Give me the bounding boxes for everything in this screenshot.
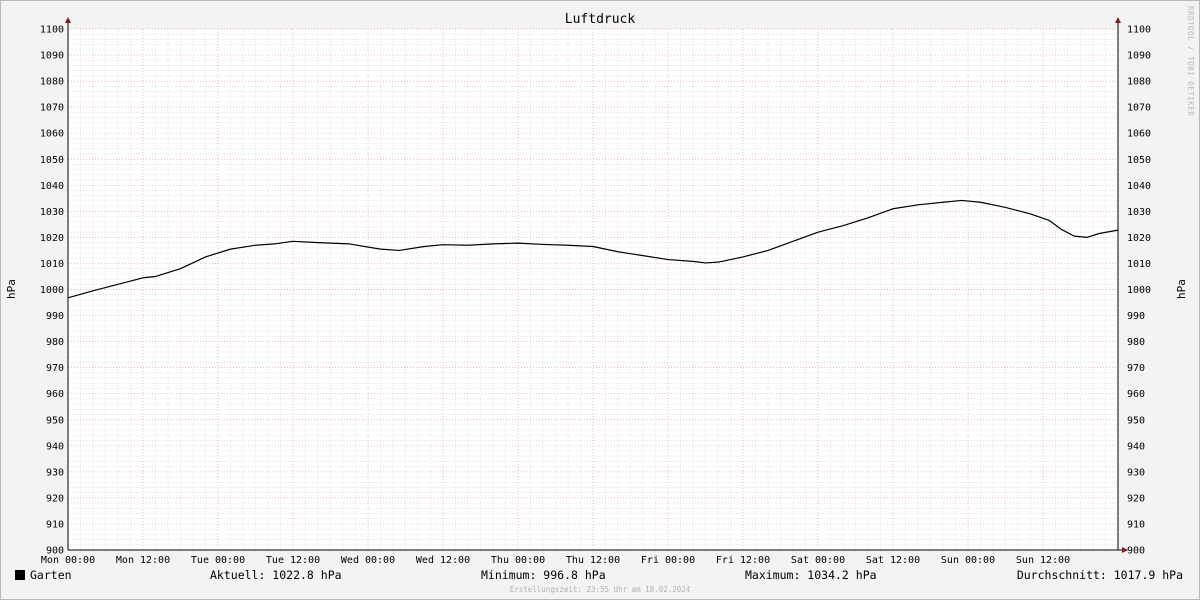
y-tick-label-right: 1050 — [1127, 155, 1151, 166]
y-tick-label-right: 1030 — [1127, 207, 1151, 218]
x-tick-label: Thu 00:00 — [491, 555, 545, 566]
y-tick-label-right: 1100 — [1127, 25, 1151, 36]
x-tick-label: Tue 12:00 — [266, 555, 320, 566]
x-tick-label: Sun 12:00 — [1016, 555, 1070, 566]
y-tick-label-left: 990 — [46, 311, 64, 322]
y-tick-label-right: 980 — [1127, 337, 1145, 348]
legend-series-name: Garten — [30, 568, 72, 582]
y-ticks-left: 9009109209309409509609709809901000101010… — [40, 25, 64, 557]
y-tick-label-right: 940 — [1127, 441, 1145, 452]
x-tick-label: Tue 00:00 — [191, 555, 245, 566]
y-tick-label-right: 1040 — [1127, 181, 1151, 192]
legend-swatch — [15, 570, 25, 580]
y-tick-label-left: 1000 — [40, 285, 64, 296]
y-tick-label-right: 1080 — [1127, 77, 1151, 88]
y-tick-label-right: 1020 — [1127, 233, 1151, 244]
x-tick-label: Wed 00:00 — [341, 555, 395, 566]
x-tick-label: Fri 00:00 — [641, 555, 695, 566]
x-ticks: Mon 00:00 Mon 12:00 Tue 00:00 Tue 12:00 Wed … — [41, 555, 1070, 566]
y-tick-label-left: 1010 — [40, 259, 64, 270]
x-tick-label: Sat 12:00 — [866, 555, 920, 566]
y-tick-label-left: 960 — [46, 389, 64, 400]
y-tick-label-right: 910 — [1127, 519, 1145, 530]
y-tick-label-right: 920 — [1127, 493, 1145, 504]
y-tick-label-left: 930 — [46, 467, 64, 478]
y-tick-label-left: 950 — [46, 415, 64, 426]
y-tick-label-left: 910 — [46, 519, 64, 530]
y-tick-label-left: 1020 — [40, 233, 64, 244]
y-tick-label-left: 1060 — [40, 129, 64, 140]
y-axis-arrow-left — [65, 17, 71, 23]
chart-title: Luftdruck — [565, 12, 636, 27]
y-tick-label-left: 1040 — [40, 181, 64, 192]
y-tick-label-left: 1070 — [40, 103, 64, 114]
y-ticks-right: 900 910 920 930 940 950 960 970 980 990 1000 1010 10… — [1127, 25, 1151, 557]
x-tick-label: Sun 00:00 — [941, 555, 995, 566]
pressure-chart: 900 910 920 930 940 950 960 970 980 990 1000 1010 10… — [5, 6, 1195, 594]
x-tick-label: Mon 00:00 — [41, 555, 95, 566]
stat-current: Aktuell: 1022.8 hPa — [210, 568, 342, 582]
y-tick-label-left: 1080 — [40, 77, 64, 88]
x-tick-label: Thu 12:00 — [566, 555, 620, 566]
y-tick-label-right: 1090 — [1127, 51, 1151, 62]
watermark: RRDTOOL / TOBI OETIKER — [1186, 6, 1195, 116]
chart-window: 900 910 920 930 940 950 960 970 980 990 1000 1010 10… — [0, 0, 1200, 600]
y-axis-label-right: hPa — [1175, 279, 1188, 299]
y-tick-label-right: 1010 — [1127, 259, 1151, 270]
x-tick-label: Wed 12:00 — [416, 555, 470, 566]
y-tick-label-right: 950 — [1127, 415, 1145, 426]
stat-minimum: Minimum: 996.8 hPa — [481, 568, 606, 582]
x-tick-label: Sat 00:00 — [791, 555, 845, 566]
y-tick-label-right: 930 — [1127, 467, 1145, 478]
y-tick-label-right: 1060 — [1127, 129, 1151, 140]
stat-average: Durchschnitt: 1017.9 hPa — [1017, 568, 1183, 582]
y-axis-label-left: hPa — [5, 279, 18, 299]
y-tick-label-left: 1030 — [40, 207, 64, 218]
y-tick-label-right: 1000 — [1127, 285, 1151, 296]
y-tick-label-right: 900 — [1127, 546, 1145, 557]
y-tick-label-left: 1090 — [40, 51, 64, 62]
y-tick-label-right: 960 — [1127, 389, 1145, 400]
y-tick-label-left: 1050 — [40, 155, 64, 166]
y-tick-label-left: 980 — [46, 337, 64, 348]
y-tick-label-left: 1100 — [40, 25, 64, 36]
y-tick-label-right: 1070 — [1127, 103, 1151, 114]
footer-timestamp: Erstellungszeit: 23:55 Uhr am 18.02.2024 — [510, 585, 691, 594]
y-tick-label-right: 990 — [1127, 311, 1145, 322]
x-tick-label: Mon 12:00 — [116, 555, 170, 566]
y-tick-label-left: 970 — [46, 363, 64, 374]
y-tick-label-left: 940 — [46, 441, 64, 452]
y-tick-label-right: 970 — [1127, 363, 1145, 374]
stat-maximum: Maximum: 1034.2 hPa — [745, 568, 877, 582]
y-tick-label-left: 920 — [46, 493, 64, 504]
y-axis-arrow-right — [1115, 17, 1121, 23]
x-tick-label: Fri 12:00 — [716, 555, 770, 566]
